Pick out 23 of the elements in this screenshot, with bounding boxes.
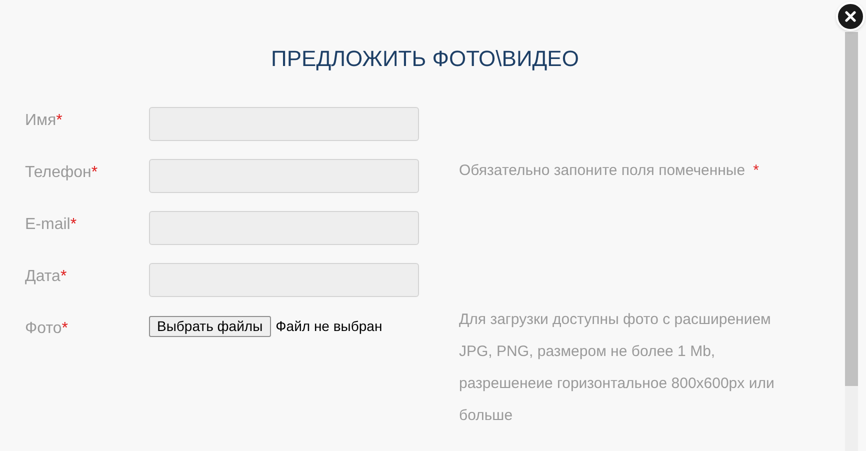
close-icon	[845, 11, 856, 22]
input-field[interactable]	[149, 159, 419, 193]
choose-files-button[interactable]: Выбрать файлы	[149, 316, 271, 337]
required-mark: *	[62, 319, 68, 339]
input-field[interactable]	[149, 211, 419, 245]
note-text: Обязательно запоните поля помеченные	[459, 161, 746, 181]
input-field[interactable]	[149, 107, 419, 141]
field-label: Фото	[25, 319, 62, 339]
close-button[interactable]	[836, 2, 865, 31]
field-label: Имя	[25, 111, 56, 131]
required-mark: *	[70, 215, 77, 235]
required-mark: *	[60, 267, 67, 287]
field-label: Дата	[25, 267, 60, 287]
dialog-title: ПРЕДЛОЖИТЬ ФОТО\ВИДЕО	[270, 45, 580, 73]
note-text: Для загрузки доступны фото с расширением JPG, PNG, размером не более 1 Mb, разрешенеие горизонтальное 800x600px или больше	[459, 311, 774, 424]
field-label: Телефон	[25, 163, 92, 183]
required-mark: *	[753, 161, 759, 181]
input-field[interactable]	[149, 263, 419, 297]
file-status: Файл не выбран	[276, 317, 382, 336]
scrollbar-thumb[interactable]	[845, 32, 858, 386]
required-mark: *	[56, 111, 62, 131]
required-mark: *	[91, 163, 98, 183]
field-label: E-mail	[25, 215, 70, 235]
